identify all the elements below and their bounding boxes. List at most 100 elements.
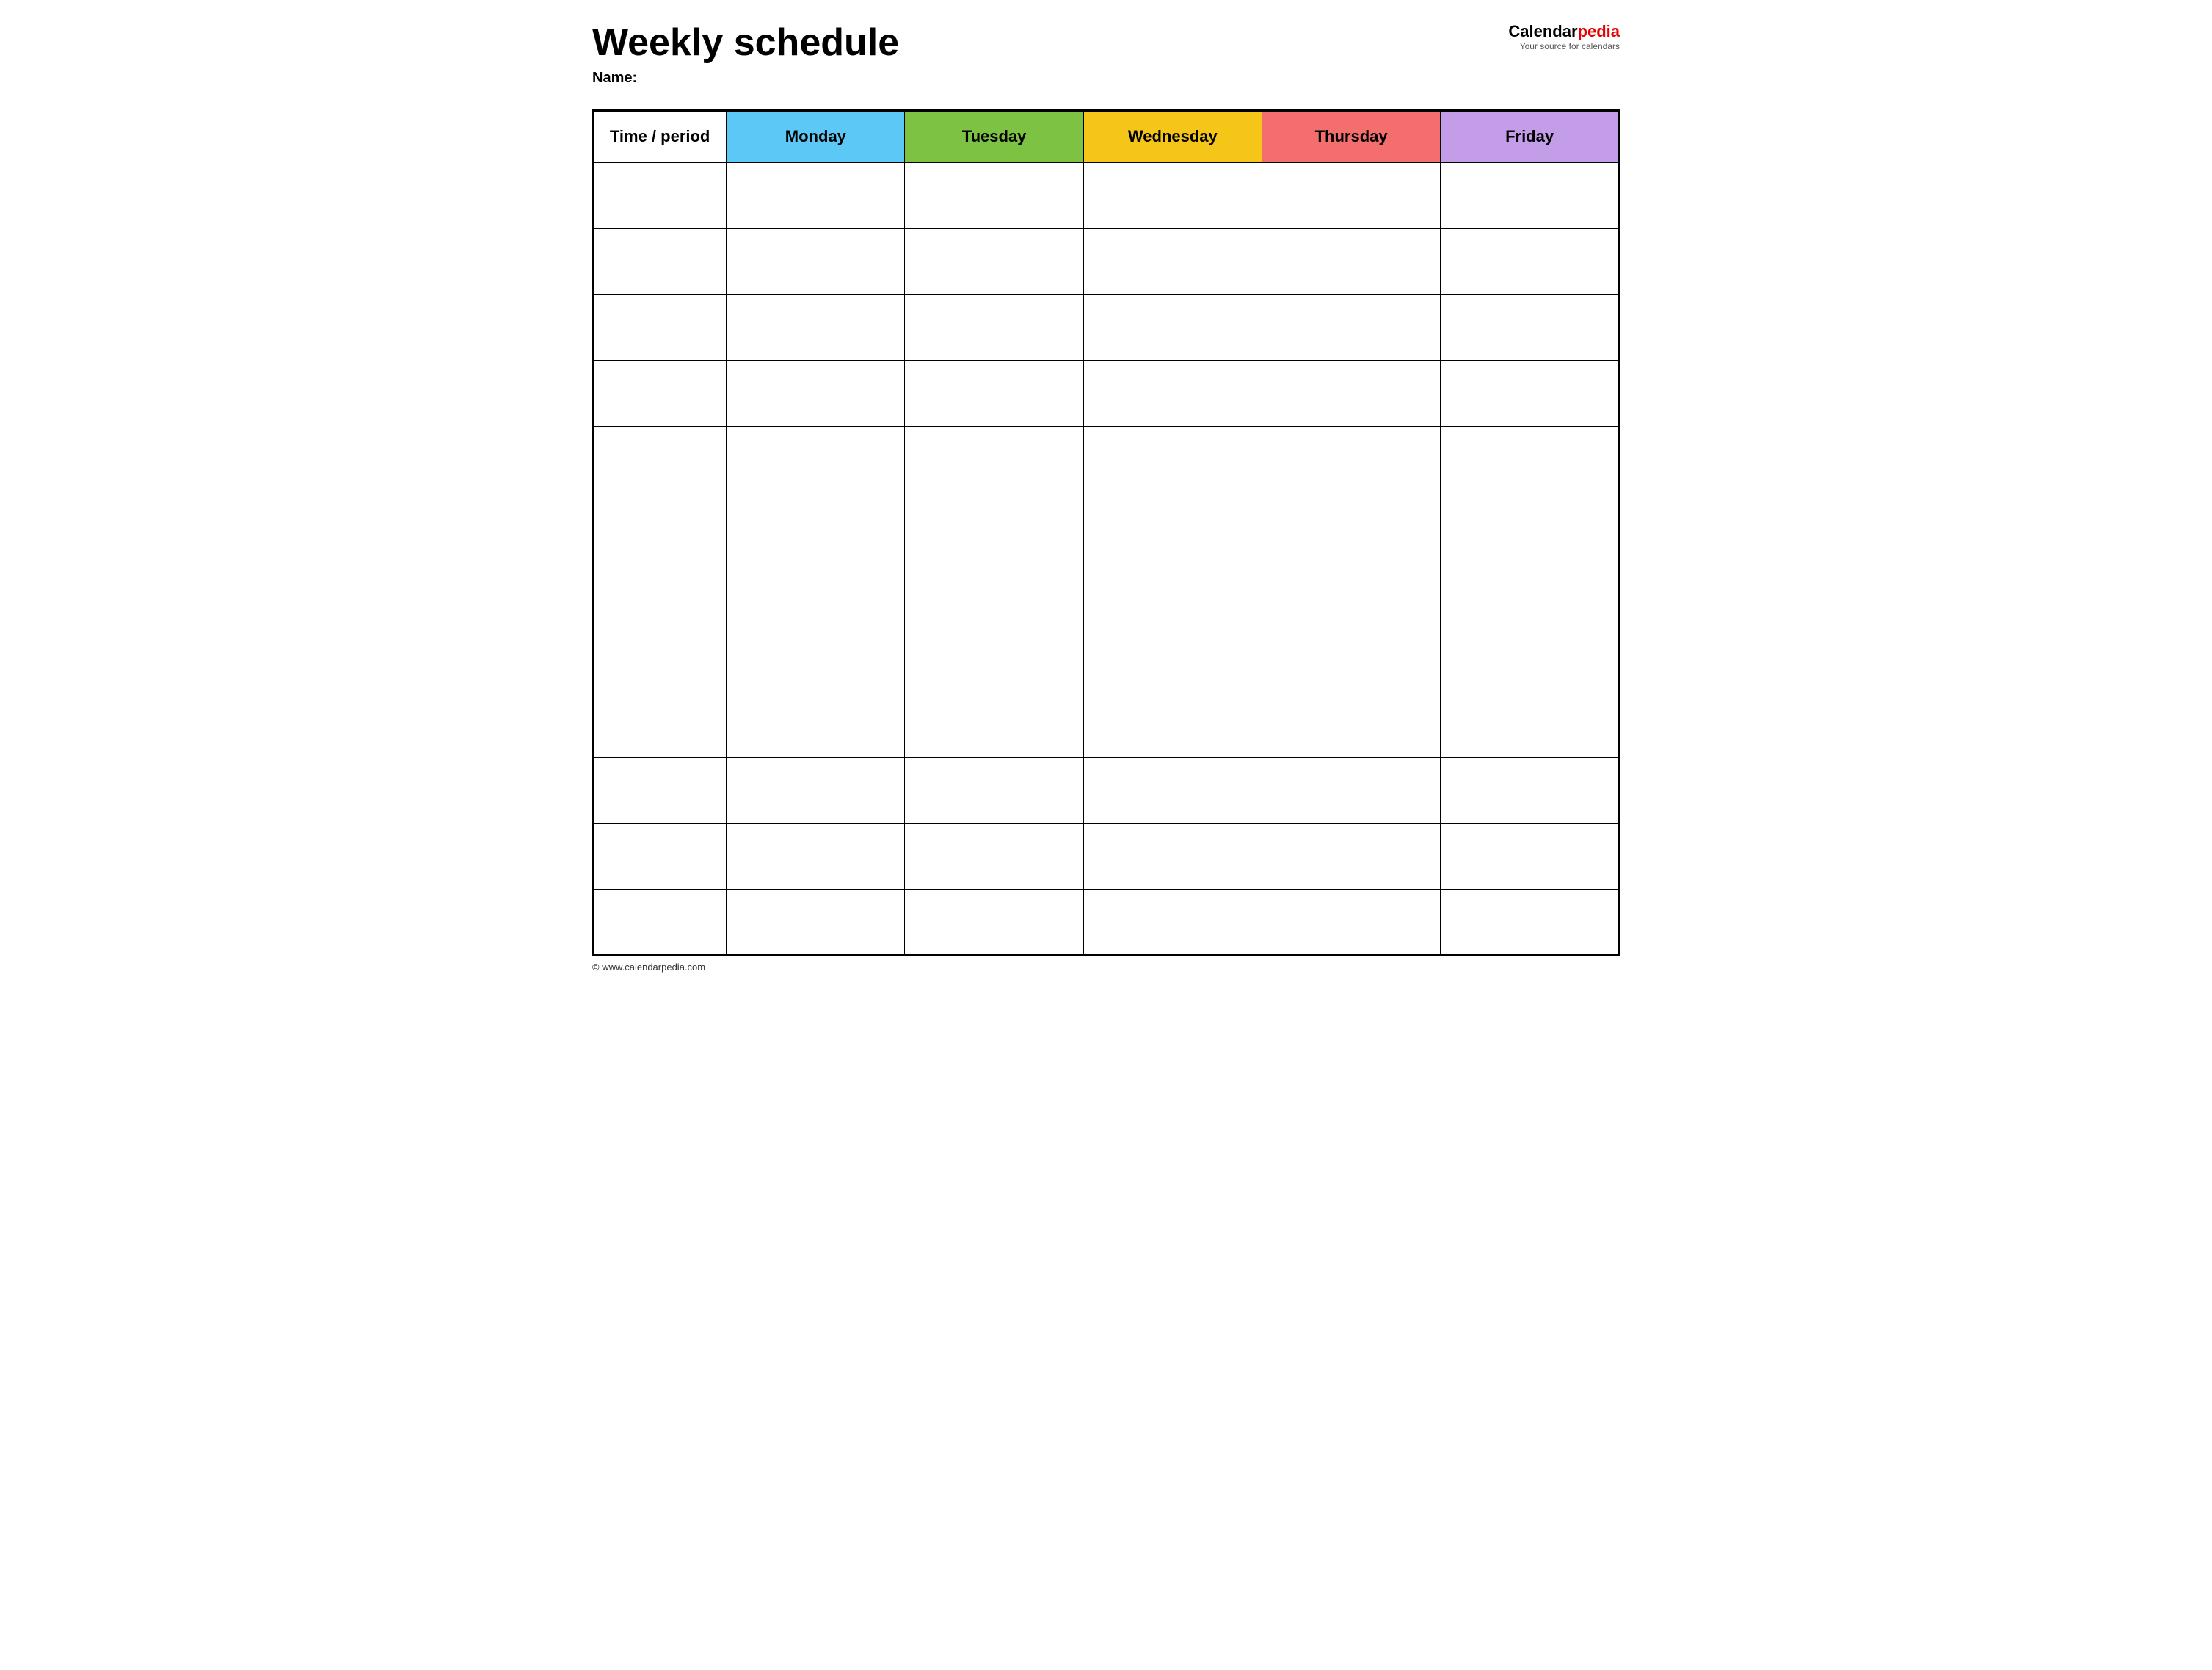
schedule-cell[interactable] bbox=[1083, 625, 1262, 691]
table-row bbox=[593, 757, 1619, 823]
col-header-time: Time / period bbox=[593, 111, 727, 162]
schedule-cell[interactable] bbox=[1262, 559, 1440, 625]
table-row bbox=[593, 426, 1619, 493]
schedule-cell[interactable] bbox=[727, 625, 905, 691]
schedule-cell[interactable] bbox=[1262, 889, 1440, 955]
schedule-cell[interactable] bbox=[727, 889, 905, 955]
logo-pedia-part: pedia bbox=[1578, 22, 1620, 40]
schedule-cell[interactable] bbox=[1083, 360, 1262, 426]
table-row bbox=[593, 228, 1619, 294]
schedule-cell[interactable] bbox=[1441, 360, 1619, 426]
header-row: Time / period Monday Tuesday Wednesday T… bbox=[593, 111, 1619, 162]
table-row bbox=[593, 823, 1619, 889]
schedule-cell[interactable] bbox=[1262, 625, 1440, 691]
schedule-cell[interactable] bbox=[1262, 228, 1440, 294]
schedule-cell[interactable] bbox=[1441, 294, 1619, 360]
table-row bbox=[593, 360, 1619, 426]
schedule-cell[interactable] bbox=[905, 426, 1083, 493]
col-header-thursday: Thursday bbox=[1262, 111, 1440, 162]
schedule-cell[interactable] bbox=[727, 360, 905, 426]
schedule-cell[interactable] bbox=[727, 426, 905, 493]
schedule-cell[interactable] bbox=[1262, 426, 1440, 493]
time-cell[interactable] bbox=[593, 426, 727, 493]
time-cell[interactable] bbox=[593, 625, 727, 691]
table-row bbox=[593, 691, 1619, 757]
schedule-cell[interactable] bbox=[1441, 823, 1619, 889]
schedule-cell[interactable] bbox=[905, 757, 1083, 823]
header-area: Weekly schedule Name: Calendarpedia Your… bbox=[592, 22, 1620, 101]
table-row bbox=[593, 493, 1619, 559]
logo-text: Calendarpedia bbox=[1508, 22, 1620, 41]
logo-tagline: Your source for calendars bbox=[1508, 41, 1620, 51]
schedule-cell[interactable] bbox=[727, 228, 905, 294]
schedule-cell[interactable] bbox=[905, 228, 1083, 294]
schedule-cell[interactable] bbox=[905, 625, 1083, 691]
page-container: Weekly schedule Name: Calendarpedia Your… bbox=[592, 22, 1620, 973]
schedule-cell[interactable] bbox=[1262, 691, 1440, 757]
table-row bbox=[593, 162, 1619, 228]
schedule-cell[interactable] bbox=[1083, 691, 1262, 757]
schedule-cell[interactable] bbox=[905, 360, 1083, 426]
schedule-cell[interactable] bbox=[1262, 757, 1440, 823]
schedule-cell[interactable] bbox=[905, 162, 1083, 228]
schedule-cell[interactable] bbox=[727, 294, 905, 360]
schedule-cell[interactable] bbox=[1083, 757, 1262, 823]
schedule-cell[interactable] bbox=[905, 493, 1083, 559]
schedule-cell[interactable] bbox=[1441, 493, 1619, 559]
time-cell[interactable] bbox=[593, 294, 727, 360]
time-cell[interactable] bbox=[593, 493, 727, 559]
schedule-cell[interactable] bbox=[1083, 823, 1262, 889]
schedule-cell[interactable] bbox=[727, 757, 905, 823]
time-cell[interactable] bbox=[593, 889, 727, 955]
table-row bbox=[593, 889, 1619, 955]
schedule-cell[interactable] bbox=[1083, 426, 1262, 493]
schedule-cell[interactable] bbox=[1262, 493, 1440, 559]
col-header-friday: Friday bbox=[1441, 111, 1619, 162]
col-header-wednesday: Wednesday bbox=[1083, 111, 1262, 162]
footer-area: © www.calendarpedia.com bbox=[592, 962, 1620, 973]
schedule-cell[interactable] bbox=[905, 294, 1083, 360]
schedule-cell[interactable] bbox=[1262, 823, 1440, 889]
schedule-cell[interactable] bbox=[727, 493, 905, 559]
schedule-cell[interactable] bbox=[1441, 691, 1619, 757]
schedule-cell[interactable] bbox=[727, 162, 905, 228]
logo-calendar-part: Calendar bbox=[1508, 22, 1577, 40]
time-cell[interactable] bbox=[593, 559, 727, 625]
schedule-cell[interactable] bbox=[1083, 889, 1262, 955]
schedule-cell[interactable] bbox=[1441, 889, 1619, 955]
schedule-cell[interactable] bbox=[905, 691, 1083, 757]
schedule-cell[interactable] bbox=[1083, 493, 1262, 559]
schedule-cell[interactable] bbox=[1083, 294, 1262, 360]
schedule-cell[interactable] bbox=[727, 559, 905, 625]
schedule-cell[interactable] bbox=[1441, 228, 1619, 294]
table-row bbox=[593, 294, 1619, 360]
schedule-cell[interactable] bbox=[1262, 360, 1440, 426]
schedule-cell[interactable] bbox=[1441, 162, 1619, 228]
schedule-cell[interactable] bbox=[1441, 426, 1619, 493]
time-cell[interactable] bbox=[593, 360, 727, 426]
copyright-text: © www.calendarpedia.com bbox=[592, 962, 705, 973]
col-header-monday: Monday bbox=[727, 111, 905, 162]
schedule-cell[interactable] bbox=[1083, 228, 1262, 294]
schedule-cell[interactable] bbox=[1083, 559, 1262, 625]
time-cell[interactable] bbox=[593, 757, 727, 823]
time-cell[interactable] bbox=[593, 228, 727, 294]
col-header-tuesday: Tuesday bbox=[905, 111, 1083, 162]
time-cell[interactable] bbox=[593, 691, 727, 757]
schedule-cell[interactable] bbox=[1441, 757, 1619, 823]
logo-block: Calendarpedia Your source for calendars bbox=[1508, 22, 1620, 51]
schedule-table: Time / period Monday Tuesday Wednesday T… bbox=[592, 110, 1620, 956]
schedule-cell[interactable] bbox=[1441, 559, 1619, 625]
title-block: Weekly schedule Name: bbox=[592, 22, 1508, 101]
schedule-cell[interactable] bbox=[905, 559, 1083, 625]
schedule-cell[interactable] bbox=[1262, 162, 1440, 228]
schedule-cell[interactable] bbox=[1083, 162, 1262, 228]
schedule-cell[interactable] bbox=[905, 823, 1083, 889]
schedule-cell[interactable] bbox=[727, 823, 905, 889]
schedule-cell[interactable] bbox=[1441, 625, 1619, 691]
schedule-cell[interactable] bbox=[1262, 294, 1440, 360]
time-cell[interactable] bbox=[593, 162, 727, 228]
schedule-cell[interactable] bbox=[905, 889, 1083, 955]
schedule-cell[interactable] bbox=[727, 691, 905, 757]
time-cell[interactable] bbox=[593, 823, 727, 889]
